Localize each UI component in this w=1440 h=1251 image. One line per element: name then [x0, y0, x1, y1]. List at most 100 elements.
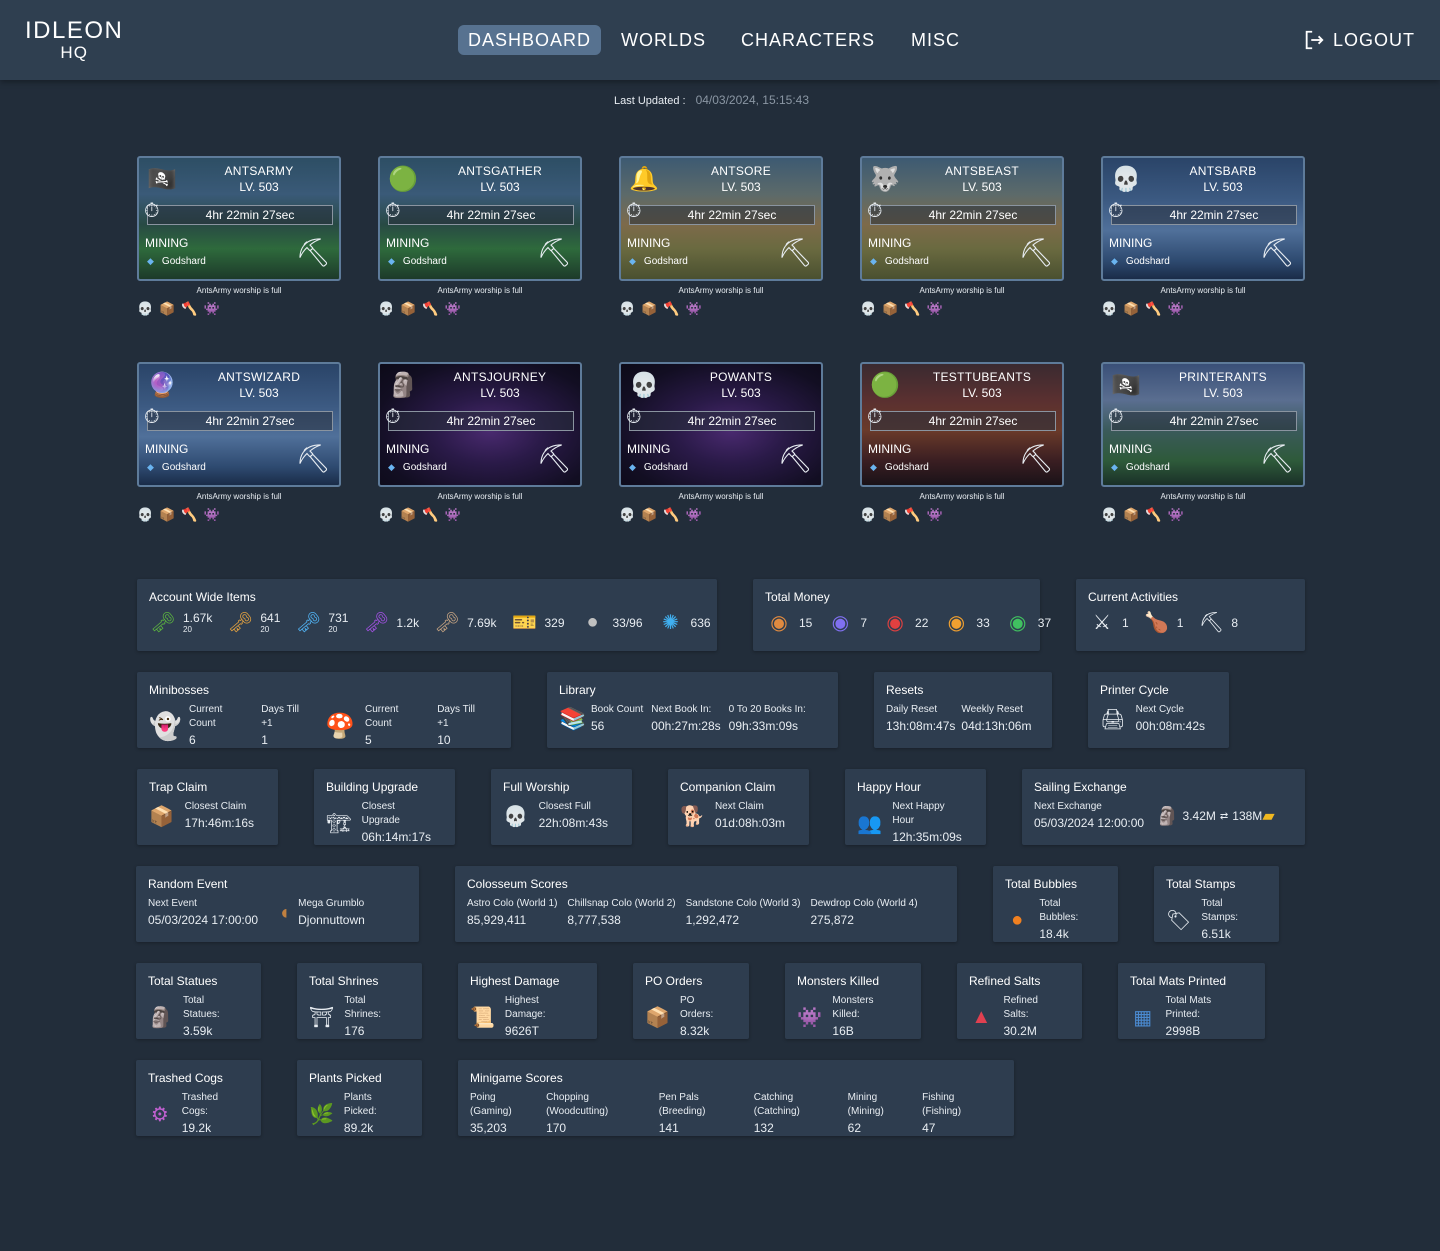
spiky-monster-icon[interactable]: 👾 — [686, 301, 702, 317]
box-icon[interactable]: 📦 — [641, 507, 657, 523]
spiky-monster-icon[interactable]: 👾 — [1168, 507, 1184, 523]
spiky-monster-icon[interactable]: 👾 — [927, 507, 943, 523]
axe-icon[interactable]: 🪓 — [1145, 301, 1161, 317]
bubble-icon: ● — [1011, 908, 1024, 931]
spiky-monster-icon[interactable]: 👾 — [204, 507, 220, 523]
character-card-scene[interactable]: 🗿 ANTSJOURNEY LV. 503 4hr 22min 27sec ⏱ … — [378, 362, 582, 487]
character-card[interactable]: 🏴‍☠️ ANTSARMY LV. 503 4hr 22min 27sec ⏱ … — [137, 156, 341, 317]
value: 2998B — [1165, 1024, 1201, 1038]
trashed-cogs-panel: Trashed Cogs ⚙ Trashed Cogs: 19.2k — [136, 1060, 261, 1136]
spiky-monster-icon[interactable]: 👾 — [927, 301, 943, 317]
axe-icon[interactable]: 🪓 — [904, 301, 920, 317]
nav-characters[interactable]: CHARACTERS — [731, 25, 885, 55]
panel-title: Total Bubbles — [1005, 877, 1078, 891]
box-icon[interactable]: 📦 — [641, 301, 657, 317]
axe-icon[interactable]: 🪓 — [904, 507, 920, 523]
character-card-scene[interactable]: 💀 ANTSBARB LV. 503 4hr 22min 27sec ⏱ MIN… — [1101, 156, 1305, 281]
pickaxe-hand-icon: ⛏ — [536, 443, 572, 474]
item-count: 33/96 — [612, 615, 643, 630]
item-count: 329 — [544, 615, 565, 630]
character-card[interactable]: 🟢 ANTSGATHER LV. 503 4hr 22min 27sec ⏱ M… — [378, 156, 582, 317]
bookshelf-icon: 📚 — [559, 706, 587, 731]
axe-icon[interactable]: 🪓 — [422, 301, 438, 317]
box-icon[interactable]: 📦 — [159, 507, 175, 523]
character-name: ANTSJOURNEY — [453, 370, 547, 384]
character-card-scene[interactable]: 🏴‍☠️ ANTSARMY LV. 503 4hr 22min 27sec ⏱ … — [137, 156, 341, 281]
axe-icon[interactable]: 🪓 — [181, 507, 197, 523]
axe-icon[interactable]: 🪓 — [1145, 507, 1161, 523]
item-count: 641 — [260, 611, 281, 625]
worship-skull-icon[interactable]: 💀 — [137, 507, 153, 523]
sailing-exchange-panel: Sailing Exchange Next Exchange 05/03/2024… — [1022, 769, 1305, 845]
nav-dashboard[interactable]: DASHBOARD — [458, 25, 602, 55]
afk-timer: 4hr 22min 27sec — [629, 205, 815, 225]
worship-skull-icon[interactable]: 💀 — [619, 507, 635, 523]
character-card[interactable]: 🏴‍☠️ PRINTERANTS LV. 503 4hr 22min 27sec… — [1101, 362, 1305, 523]
money-count: 33 — [976, 615, 990, 630]
skull-icon: 💀 — [1111, 165, 1141, 193]
logo[interactable]: IDLEON HQ — [25, 18, 123, 62]
character-card[interactable]: 🐺 ANTSBEAST LV. 503 4hr 22min 27sec ⏱ MI… — [860, 156, 1064, 317]
money-item: ◉ 22 — [881, 610, 928, 635]
roast-chicken-icon: 🍗 — [1144, 612, 1170, 634]
character-card[interactable]: 🗿 ANTSJOURNEY LV. 503 4hr 22min 27sec ⏱ … — [378, 362, 582, 523]
worship-skull-icon[interactable]: 💀 — [378, 301, 394, 317]
worship-skull-icon[interactable]: 💀 — [1101, 507, 1117, 523]
box-icon[interactable]: 📦 — [400, 507, 416, 523]
character-card[interactable]: 💀 ANTSBARB LV. 503 4hr 22min 27sec ⏱ MIN… — [1101, 156, 1305, 317]
pickaxe-hand-icon: ⛏ — [1259, 237, 1295, 268]
afk-timer: 4hr 22min 27sec — [870, 411, 1056, 431]
character-card[interactable]: 🔮 ANTSWIZARD LV. 503 4hr 22min 27sec ⏱ M… — [137, 362, 341, 523]
spiky-monster-icon[interactable]: 👾 — [686, 507, 702, 523]
box-icon[interactable]: 📦 — [882, 301, 898, 317]
box-icon[interactable]: 📦 — [400, 301, 416, 317]
character-card[interactable]: 💀 POWANTS LV. 503 4hr 22min 27sec ⏱ MINI… — [619, 362, 823, 523]
target-name: Godshard — [161, 256, 206, 267]
box-icon[interactable]: 📦 — [882, 507, 898, 523]
panel-title: Minigame Scores — [470, 1071, 563, 1085]
box-icon[interactable]: 📦 — [159, 301, 175, 317]
worship-skull-icon[interactable]: 💀 — [619, 301, 635, 317]
axe-icon[interactable]: 🪓 — [663, 301, 679, 317]
character-card[interactable]: 🟢 TESTTUBEANTS LV. 503 4hr 22min 27sec ⏱… — [860, 362, 1064, 523]
box-icon[interactable]: 📦 — [1123, 507, 1139, 523]
character-card[interactable]: 🔔 ANTSORE LV. 503 4hr 22min 27sec ⏱ MINI… — [619, 156, 823, 317]
character-card-scene[interactable]: 💀 POWANTS LV. 503 4hr 22min 27sec ⏱ MINI… — [619, 362, 823, 487]
item-count: 636 — [690, 615, 711, 630]
box-icon[interactable]: 📦 — [1123, 301, 1139, 317]
axe-icon[interactable]: 🪓 — [181, 301, 197, 317]
axe-icon[interactable]: 🪓 — [422, 507, 438, 523]
character-level: LV. 503 — [962, 180, 1002, 194]
total-bubbles-panel: Total Bubbles ● Total Bubbles: 18.4k — [993, 866, 1118, 942]
character-card-scene[interactable]: 🟢 TESTTUBEANTS LV. 503 4hr 22min 27sec ⏱… — [860, 362, 1064, 487]
axe-icon[interactable]: 🪓 — [663, 507, 679, 523]
character-card-scene[interactable]: 🏴‍☠️ PRINTERANTS LV. 503 4hr 22min 27sec… — [1101, 362, 1305, 487]
logout-button[interactable]: LOGOUT — [1303, 25, 1415, 55]
nav-worlds[interactable]: WORLDS — [611, 25, 716, 55]
stopwatch-icon: ⏱ — [144, 406, 160, 428]
spiky-monster-icon[interactable]: 👾 — [204, 301, 220, 317]
stopwatch-icon: ⏱ — [626, 200, 642, 222]
worship-skull-icon[interactable]: 💀 — [860, 507, 876, 523]
character-card-scene[interactable]: 🐺 ANTSBEAST LV. 503 4hr 22min 27sec ⏱ MI… — [860, 156, 1064, 281]
worship-skull-icon[interactable]: 💀 — [378, 507, 394, 523]
label: Weekly Reset — [961, 704, 1023, 715]
worship-skull-icon[interactable]: 💀 — [1101, 301, 1117, 317]
nav-misc[interactable]: MISC — [901, 25, 970, 55]
godshard-icon: ◆ — [629, 256, 636, 266]
target-name: Godshard — [884, 256, 929, 267]
character-card-scene[interactable]: 🔮 ANTSWIZARD LV. 503 4hr 22min 27sec ⏱ M… — [137, 362, 341, 487]
worship-skull-icon[interactable]: 💀 — [860, 301, 876, 317]
value: 35,203 — [470, 1121, 507, 1135]
spiky-monster-icon[interactable]: 👾 — [445, 301, 461, 317]
stopwatch-icon: ⏱ — [1108, 406, 1124, 428]
money-item: ◉ 33 — [942, 610, 990, 635]
character-card-scene[interactable]: 🔔 ANTSORE LV. 503 4hr 22min 27sec ⏱ MINI… — [619, 156, 823, 281]
red-coin-icon: ◉ — [886, 612, 904, 634]
building-upgrade-panel: Building Upgrade 🏗 Closest Upgrade 06h:14… — [314, 769, 455, 845]
character-skill: MINING — [145, 442, 189, 456]
character-card-scene[interactable]: 🟢 ANTSGATHER LV. 503 4hr 22min 27sec ⏱ M… — [378, 156, 582, 281]
worship-skull-icon[interactable]: 💀 — [137, 301, 153, 317]
spiky-monster-icon[interactable]: 👾 — [1168, 301, 1184, 317]
spiky-monster-icon[interactable]: 👾 — [445, 507, 461, 523]
